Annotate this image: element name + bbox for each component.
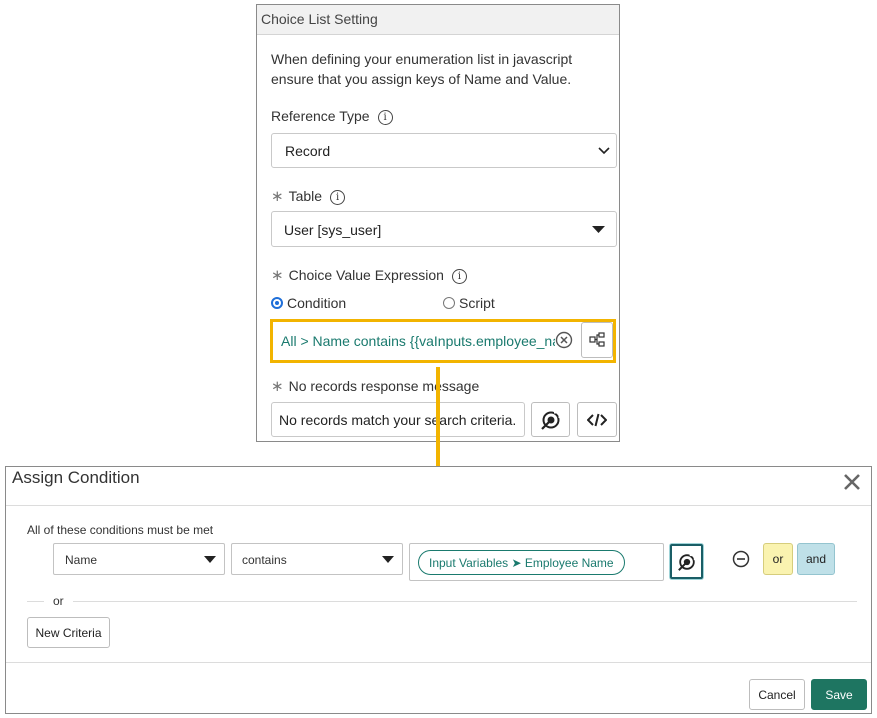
cancel-button[interactable]: Cancel: [749, 679, 805, 710]
clear-icon[interactable]: [555, 331, 573, 349]
required-asterisk-icon: ∗: [271, 188, 284, 205]
info-icon[interactable]: i: [451, 269, 467, 284]
or-separator-label: or: [44, 594, 73, 608]
required-asterisk-icon: ∗: [271, 378, 284, 395]
radio-script[interactable]: Script: [443, 295, 495, 311]
footer-divider: [6, 662, 871, 663]
data-pill[interactable]: Input Variables ➤ Employee Name: [418, 550, 625, 575]
hierarchy-icon: [589, 332, 605, 347]
chevron-down-icon: [598, 147, 610, 155]
table-label: ∗ Table i: [271, 187, 346, 205]
no-records-input[interactable]: No records match your search criteria.: [271, 402, 525, 437]
header-divider: [6, 505, 871, 506]
required-asterisk-icon: ∗: [271, 267, 284, 284]
caret-down-icon: [382, 556, 394, 563]
condition-builder-button[interactable]: [581, 322, 613, 358]
caret-down-icon: [592, 226, 605, 233]
radio-condition-label: Condition: [287, 295, 347, 311]
reference-type-value: Record: [285, 143, 331, 159]
condition-expression-field[interactable]: All > Name contains {{vaInputs.employee_…: [273, 322, 571, 360]
assign-condition-modal: Assign Condition All of these conditions…: [5, 466, 872, 714]
info-icon[interactable]: i: [330, 190, 346, 205]
panel-description: When defining your enumeration list in j…: [271, 51, 573, 87]
or-button[interactable]: or: [763, 543, 793, 575]
field-value: Name: [65, 553, 98, 567]
choice-value-expression-label: ∗ Choice Value Expression i: [271, 266, 467, 284]
reference-type-label: Reference Type i: [271, 108, 393, 125]
remove-condition-icon[interactable]: [732, 550, 750, 568]
and-button[interactable]: and: [797, 543, 835, 575]
save-button[interactable]: Save: [811, 679, 867, 710]
close-icon[interactable]: [843, 473, 861, 491]
condition-expression-value: All > Name contains {{vaInputs.employee_…: [281, 333, 571, 349]
data-pill-button[interactable]: [531, 402, 570, 437]
data-pill-picker-button[interactable]: [670, 544, 703, 579]
data-pill-picker-icon: [540, 410, 561, 430]
info-icon[interactable]: i: [377, 110, 393, 125]
table-label-text: Table: [288, 188, 323, 204]
data-pill-picker-icon: [677, 552, 697, 571]
radio-unselected-icon: [443, 297, 455, 309]
reference-type-label-text: Reference Type: [271, 108, 370, 124]
conditions-heading: All of these conditions must be met: [27, 523, 214, 537]
table-value: User [sys_user]: [284, 222, 382, 238]
or-divider: [27, 601, 857, 602]
choice-value-expression-label-text: Choice Value Expression: [288, 267, 444, 283]
operator-value: contains: [242, 553, 287, 567]
field-select[interactable]: Name: [53, 543, 225, 575]
radio-condition[interactable]: Condition: [271, 295, 346, 311]
script-editor-button[interactable]: [577, 402, 617, 437]
panel-title: Choice List Setting: [257, 5, 619, 35]
reference-type-select[interactable]: Record: [271, 133, 617, 168]
no-records-label-text: No records response message: [288, 378, 480, 394]
condition-value-field[interactable]: Input Variables ➤ Employee Name: [409, 543, 664, 581]
radio-selected-icon: [271, 297, 283, 309]
no-records-value: No records match your search criteria.: [279, 412, 517, 428]
modal-title: Assign Condition: [12, 468, 140, 487]
new-criteria-button[interactable]: New Criteria: [27, 617, 110, 648]
code-icon: [587, 413, 607, 426]
caret-down-icon: [204, 556, 216, 563]
table-select[interactable]: User [sys_user]: [271, 211, 617, 247]
radio-script-label: Script: [459, 295, 495, 311]
operator-select[interactable]: contains: [231, 543, 403, 575]
